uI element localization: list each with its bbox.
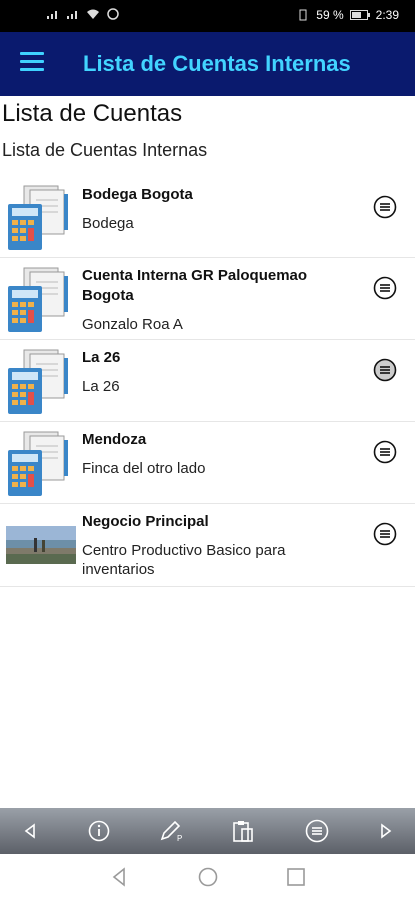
- info-icon[interactable]: [85, 817, 113, 845]
- svg-text:P: P: [177, 834, 182, 843]
- account-description: Centro Productivo Basico para inventario…: [82, 542, 286, 578]
- status-time: 2:39: [375, 8, 399, 22]
- accounts-list: Bodega Bogota Bodega Cuenta Interna GR P…: [0, 176, 415, 587]
- list-menu-icon[interactable]: [373, 195, 397, 219]
- battery-percent: 59 %: [316, 8, 344, 22]
- calculator-document-icon: [8, 267, 68, 332]
- account-title: Negocio Principal: [82, 513, 209, 530]
- list-menu-icon[interactable]: [373, 358, 397, 382]
- list-item[interactable]: La 26 La 26: [0, 340, 415, 422]
- calculator-document-icon: [8, 431, 68, 496]
- list-menu-icon[interactable]: [373, 522, 397, 546]
- wifi-icon: [87, 9, 99, 19]
- list-menu-icon[interactable]: [373, 440, 397, 464]
- account-description: Finca del otro lado: [82, 460, 206, 477]
- back-arrow-icon[interactable]: [16, 817, 44, 845]
- list-item[interactable]: Bodega Bogota Bodega: [0, 176, 415, 258]
- list-menu-icon[interactable]: [373, 276, 397, 300]
- status-right: 59 % 2:39: [296, 8, 399, 22]
- nav-home-icon[interactable]: [197, 866, 219, 888]
- calculator-document-icon: [8, 185, 68, 250]
- edit-icon[interactable]: P: [157, 817, 185, 845]
- nav-recents-icon[interactable]: [285, 866, 307, 888]
- page-title: Lista de Cuentas: [2, 100, 183, 127]
- system-nav-bar: [0, 854, 415, 900]
- account-description: Gonzalo Roa A: [82, 316, 183, 333]
- calculator-document-icon: [8, 349, 68, 414]
- status-left-icons: [46, 8, 120, 20]
- account-title: Cuenta Interna GR Paloquemao Bogota: [82, 267, 308, 304]
- signal-icon: [47, 11, 57, 19]
- app-bar: Lista de Cuentas Internas: [0, 32, 415, 96]
- account-title: La 26: [82, 349, 121, 366]
- bottom-toolbar: P: [0, 808, 415, 854]
- list-item[interactable]: Mendoza Finca del otro lado: [0, 422, 415, 504]
- paste-icon[interactable]: [229, 817, 257, 845]
- hamburger-menu-icon[interactable]: [20, 52, 44, 72]
- battery-icon: [349, 10, 370, 20]
- list-menu-icon[interactable]: [303, 817, 331, 845]
- list-item[interactable]: Cuenta Interna GR Paloquemao Bogota Gonz…: [0, 258, 415, 340]
- whatsapp-icon: [107, 8, 119, 20]
- status-bar: 59 % 2:39: [0, 0, 415, 32]
- account-description: Bodega: [82, 215, 134, 232]
- vibrate-icon: [299, 9, 307, 21]
- account-description: La 26: [82, 378, 120, 395]
- app-title: Lista de Cuentas Internas: [83, 51, 351, 76]
- signal-icon: [67, 11, 77, 19]
- page-subtitle: Lista de Cuentas Internas: [2, 140, 208, 160]
- account-title: Mendoza: [82, 431, 147, 448]
- account-title: Bodega Bogota: [82, 186, 193, 203]
- forward-arrow-icon[interactable]: [372, 817, 400, 845]
- photo-thumbnail: [6, 526, 76, 564]
- nav-back-icon[interactable]: [108, 866, 130, 888]
- list-item[interactable]: Negocio Principal Centro Productivo Basi…: [0, 504, 415, 587]
